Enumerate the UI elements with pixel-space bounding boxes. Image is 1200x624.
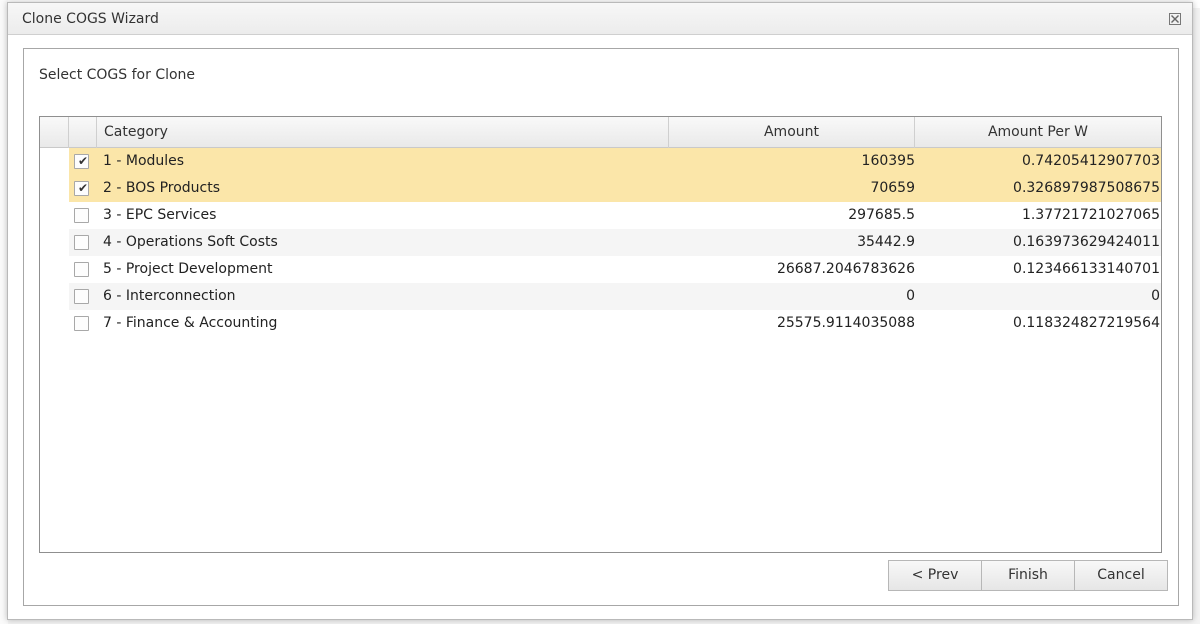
row-checkbox[interactable]: ✔ <box>74 208 89 223</box>
row-amount: 26687.2046783626 <box>776 261 915 277</box>
finish-button[interactable]: Finish <box>981 560 1075 591</box>
row-amount-per-w: 0.123466133140701 <box>1013 261 1160 277</box>
header-row-gutter <box>40 117 69 148</box>
row-category: 2 - BOS Products <box>103 180 221 196</box>
row-amount: 35442.9 <box>857 234 915 250</box>
header-amount[interactable]: Amount <box>669 117 915 148</box>
row-body: ✔ 4 - Operations Soft Costs 35442.9 0.16… <box>69 229 1161 256</box>
wizard-step-subtitle: Select COGS for Clone <box>39 67 196 83</box>
header-checkbox-column[interactable] <box>69 117 97 148</box>
clone-cogs-dialog: Clone COGS Wizard Select COGS for Clone … <box>7 2 1193 620</box>
row-amount: 0 <box>906 288 915 304</box>
row-gutter <box>40 310 69 337</box>
checkmark-icon: ✔ <box>78 154 89 168</box>
row-checkbox[interactable]: ✔ <box>74 316 89 331</box>
table-row[interactable]: ✔ 3 - EPC Services 297685.5 1.3772172102… <box>40 202 1161 229</box>
prev-button[interactable]: < Prev <box>888 560 982 591</box>
row-checkbox[interactable]: ✔ <box>74 289 89 304</box>
table-row[interactable]: ✔ 1 - Modules 160395 0.74205412907703 <box>40 148 1161 175</box>
dialog-title: Clone COGS Wizard <box>22 11 159 27</box>
row-category: 3 - EPC Services <box>103 207 217 223</box>
row-amount: 297685.5 <box>848 207 915 223</box>
row-gutter <box>40 229 69 256</box>
row-gutter <box>40 283 69 310</box>
row-amount-per-w: 0.326897987508675 <box>1013 180 1160 196</box>
checkmark-icon: ✔ <box>78 181 89 195</box>
table-row[interactable]: ✔ 7 - Finance & Accounting 25575.9114035… <box>40 310 1161 337</box>
table-row[interactable]: ✔ 6 - Interconnection 0 0 <box>40 283 1161 310</box>
row-amount-per-w: 0.118324827219564 <box>1013 315 1160 331</box>
row-amount: 160395 <box>861 153 915 169</box>
table-row[interactable]: ✔ 2 - BOS Products 70659 0.3268979875086… <box>40 175 1161 202</box>
row-amount: 70659 <box>870 180 915 196</box>
row-gutter <box>40 175 69 202</box>
row-category: 5 - Project Development <box>103 261 273 277</box>
row-gutter <box>40 148 69 175</box>
row-amount-per-w: 1.37721721027065 <box>1021 207 1160 223</box>
close-icon[interactable] <box>1168 12 1182 26</box>
row-gutter <box>40 256 69 283</box>
row-category: 6 - Interconnection <box>103 288 236 304</box>
header-category[interactable]: Category <box>97 117 669 148</box>
row-body: ✔ 7 - Finance & Accounting 25575.9114035… <box>69 310 1161 337</box>
wizard-content: Select COGS for Clone Category Amount Am… <box>23 48 1179 606</box>
row-amount-per-w: 0.163973629424011 <box>1013 234 1160 250</box>
row-gutter <box>40 202 69 229</box>
row-checkbox[interactable]: ✔ <box>74 154 89 169</box>
grid-header: Category Amount Amount Per W <box>40 117 1161 148</box>
row-amount-per-w: 0.74205412907703 <box>1021 153 1160 169</box>
wizard-buttons: < Prev Finish Cancel <box>888 560 1168 591</box>
row-amount-per-w: 0 <box>1151 288 1160 304</box>
header-amount-per-w[interactable]: Amount Per W <box>915 117 1161 148</box>
dialog-titlebar[interactable]: Clone COGS Wizard <box>8 3 1192 35</box>
row-category: 1 - Modules <box>103 153 185 169</box>
row-amount: 25575.9114035088 <box>776 315 915 331</box>
row-body: ✔ 6 - Interconnection 0 0 <box>69 283 1161 310</box>
row-body: ✔ 3 - EPC Services 297685.5 1.3772172102… <box>69 202 1161 229</box>
row-category: 4 - Operations Soft Costs <box>103 234 278 250</box>
cogs-grid: Category Amount Amount Per W ✔ 1 - Modul… <box>39 116 1162 553</box>
row-checkbox[interactable]: ✔ <box>74 181 89 196</box>
row-checkbox[interactable]: ✔ <box>74 262 89 277</box>
row-body: ✔ 5 - Project Development 26687.20467836… <box>69 256 1161 283</box>
row-category: 7 - Finance & Accounting <box>103 315 278 331</box>
row-body: ✔ 2 - BOS Products 70659 0.3268979875086… <box>69 175 1161 202</box>
table-row[interactable]: ✔ 5 - Project Development 26687.20467836… <box>40 256 1161 283</box>
cancel-button[interactable]: Cancel <box>1074 560 1168 591</box>
table-row[interactable]: ✔ 4 - Operations Soft Costs 35442.9 0.16… <box>40 229 1161 256</box>
row-body: ✔ 1 - Modules 160395 0.74205412907703 <box>69 148 1161 175</box>
row-checkbox[interactable]: ✔ <box>74 235 89 250</box>
